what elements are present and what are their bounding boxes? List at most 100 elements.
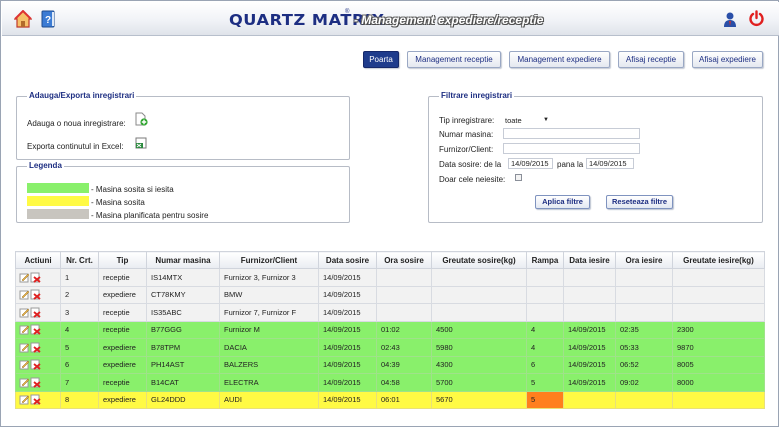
user-icon[interactable] [723,11,737,28]
table-cell [431,285,527,304]
table-row[interactable]: 4 receptie B77GGG Furnizor M 14/09/2015 01:02… [15,320,765,339]
column-header[interactable]: Ora sosire [376,251,432,269]
column-header[interactable]: Greutate sosire(kg) [431,251,527,269]
table-cell: 6 [60,355,99,374]
column-header[interactable]: Furnizor/Client [219,251,319,269]
table-cell [376,268,432,287]
delete-icon[interactable] [30,307,41,318]
table-cell: 8 [60,390,99,409]
column-header[interactable]: Greutate iesire(kg) [672,251,765,269]
table-cell: 8000 [672,373,765,392]
plate-label: Numar masina: [439,130,494,139]
column-header[interactable]: Rampa [526,251,564,269]
edit-icon[interactable] [19,307,30,318]
table-cell: 4 [526,320,564,339]
edit-icon[interactable] [19,377,30,388]
records-table: Actiuni Nr. Crt. Tip Numar masina Furniz… [15,251,765,409]
edit-icon[interactable] [19,394,30,405]
edit-icon[interactable] [19,359,30,370]
table-cell [615,268,673,287]
home-icon[interactable] [14,10,32,28]
plate-input[interactable] [503,128,640,139]
table-row[interactable]: 2 expediere CT78KMY BMW 14/09/2015 [15,285,765,304]
edit-icon[interactable] [19,342,30,353]
row-actions [15,373,61,392]
table-cell: expediere [98,338,147,357]
delete-icon[interactable] [30,272,41,283]
nav-management-receptie-button[interactable]: Management receptie [407,51,501,68]
delete-icon[interactable] [30,394,41,405]
edit-icon[interactable] [19,272,30,283]
add-record-icon[interactable] [135,112,148,126]
delete-icon[interactable] [30,377,41,388]
table-row[interactable]: 5 expediere B78TPM DACIA 14/09/2015 02:43 5980… [15,338,765,357]
export-panel-title: Adauga/Exporta inregistrari [27,91,137,100]
nav-afisaj-expediere-button[interactable]: Afisaj expediere [692,51,763,68]
table-cell: Furnizor M [219,320,319,339]
supplier-input[interactable] [503,143,640,154]
type-select[interactable]: toate ▼ [505,115,551,126]
delete-icon[interactable] [30,342,41,353]
table-cell: 1 [60,268,99,287]
column-header[interactable]: Actiuni [15,251,61,269]
excel-icon[interactable] [135,137,147,149]
reset-filters-button[interactable]: Reseteaza filtre [606,195,673,209]
table-cell: IS35ABC [146,303,220,322]
table-cell: 5980 [431,338,527,357]
table-cell: 5670 [431,390,527,409]
unexited-checkbox[interactable] [515,174,522,181]
column-header[interactable]: Tip [98,251,147,269]
nav-poarta-button[interactable]: Poarta [363,51,399,68]
table-cell: 06:52 [615,355,673,374]
table-cell [672,268,765,287]
table-row[interactable]: 7 receptie B14CAT ELECTRA 14/09/2015 04:58 570… [15,373,765,392]
table-cell [672,285,765,304]
column-header[interactable]: Nr. Crt. [60,251,99,269]
table-cell [563,303,616,322]
nav-management-expediere-button[interactable]: Management expediere [509,51,610,68]
table-cell: 14/09/2015 [318,373,377,392]
delete-icon[interactable] [30,324,41,335]
row-actions [15,355,61,374]
table-cell: 5 [526,373,564,392]
delete-icon[interactable] [30,359,41,370]
table-header-row: Actiuni Nr. Crt. Tip Numar masina Furniz… [15,251,765,269]
table-cell: B78TPM [146,338,220,357]
table-row[interactable]: 8 expediere GL24DDD AUDI 14/09/2015 06:01 5670… [15,390,765,409]
column-header[interactable]: Data sosire [318,251,377,269]
nav-afisaj-receptie-button[interactable]: Afisaj receptie [618,51,684,68]
table-cell: B77GGG [146,320,220,339]
table-cell: receptie [98,373,147,392]
apply-filters-button[interactable]: Aplica filtre [535,195,590,209]
power-icon[interactable] [748,10,765,27]
registered-mark: ® [345,9,350,15]
edit-icon[interactable] [19,324,30,335]
table-cell: CT78KMY [146,285,220,304]
edit-icon[interactable] [19,289,30,300]
table-cell: 4300 [431,355,527,374]
table-cell: 06:01 [376,390,432,409]
table-cell: 7 [60,373,99,392]
table-cell [615,285,673,304]
type-select-value: toate [505,116,522,125]
row-actions [15,268,61,287]
date-to-input[interactable]: 14/09/2015 [586,158,634,169]
help-book-icon[interactable]: ? [41,10,56,28]
column-header[interactable]: Ora iesire [615,251,673,269]
table-row[interactable]: 1 receptie IS14MTX Furnizor 3, Furnizor 3 14… [15,268,765,287]
column-header[interactable]: Data iesire [563,251,616,269]
header-bar: ? QUARTZ MATRIX ® - Management expediere… [2,2,779,36]
table-cell: 14/09/2015 [563,320,616,339]
date-from-label: Data sosire: de la [439,160,502,169]
table-cell: 02:35 [615,320,673,339]
table-cell: DACIA [219,338,319,357]
date-from-input[interactable]: 14/09/2015 [508,158,553,169]
column-header[interactable]: Numar masina [146,251,220,269]
table-cell: 14/09/2015 [318,285,377,304]
table-cell: expediere [98,390,147,409]
table-row[interactable]: 3 receptie IS35ABC Furnizor 7, Furnizor F 14… [15,303,765,322]
table-row[interactable]: 6 expediere PH14AST BALZERS 14/09/2015 04:39 4… [15,355,765,374]
table-cell: 05:33 [615,338,673,357]
delete-icon[interactable] [30,289,41,300]
table-cell: 04:39 [376,355,432,374]
